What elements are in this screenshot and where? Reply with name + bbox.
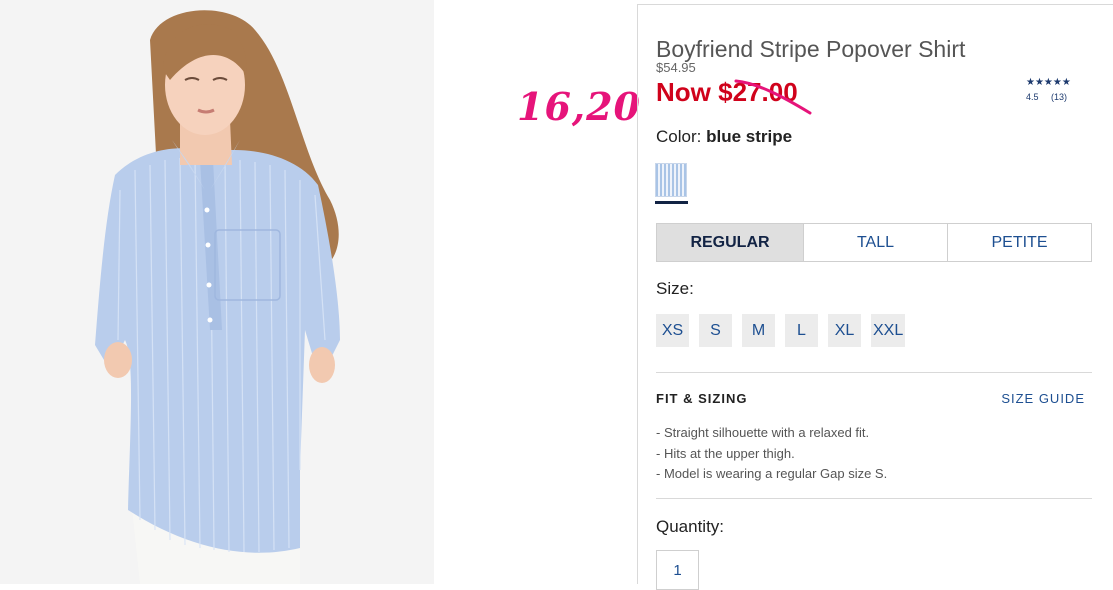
selected-swatch-indicator (655, 201, 688, 204)
handwritten-price-annotation: 16,20 (517, 84, 641, 129)
divider (656, 498, 1092, 499)
now-label: Now (656, 77, 711, 107)
quantity-label: Quantity: (656, 517, 725, 536)
handwritten-strikethrough (734, 79, 812, 115)
product-info-panel: Boyfriend Stripe Popover Shirt $54.95 No… (637, 4, 1113, 590)
fit-tab-petite[interactable]: PETITE (948, 224, 1091, 261)
fit-details-list: - Straight silhouette with a relaxed fit… (656, 423, 887, 485)
star-rating-icon: ★★★★★ (1026, 77, 1071, 88)
fit-sizing-heading: FIT & SIZING (656, 391, 748, 406)
color-value: blue stripe (706, 127, 793, 146)
fit-tab-tall[interactable]: TALL (804, 224, 948, 261)
model-wearing-shirt-illustration (0, 0, 434, 584)
size-label: Size: (656, 279, 694, 298)
color-selection: Color: blue stripe (656, 127, 792, 147)
product-title: Boyfriend Stripe Popover Shirt (656, 36, 966, 63)
review-count[interactable]: (13) (1051, 92, 1067, 102)
fit-tab-regular[interactable]: REGULAR (657, 224, 804, 261)
rating-score: 4.5 (1026, 92, 1039, 102)
color-label: Color: (656, 127, 702, 146)
size-button-xl[interactable]: XL (828, 314, 861, 347)
size-button-s[interactable]: S (699, 314, 732, 347)
size-options: XS S M L XL XXL (656, 314, 915, 347)
color-swatch-blue-stripe[interactable] (655, 163, 687, 197)
original-price: $54.95 (656, 60, 696, 75)
size-button-xs[interactable]: XS (656, 314, 689, 347)
product-image[interactable] (0, 0, 434, 584)
size-guide-link[interactable]: SIZE GUIDE (1001, 391, 1085, 406)
size-button-xxl[interactable]: XXL (871, 314, 906, 347)
fit-type-selector: REGULAR TALL PETITE (656, 223, 1092, 262)
fit-detail-item: - Model is wearing a regular Gap size S. (656, 466, 888, 481)
fit-detail-item: - Straight silhouette with a relaxed fit… (656, 425, 870, 440)
quantity-input[interactable]: 1 (656, 550, 699, 590)
size-button-l[interactable]: L (785, 314, 818, 347)
fit-detail-item: - Hits at the upper thigh. (656, 445, 795, 461)
rating-summary[interactable]: ★★★★★ 4.5 (13) (1026, 77, 1071, 102)
size-button-m[interactable]: M (742, 314, 775, 347)
divider (656, 372, 1092, 373)
